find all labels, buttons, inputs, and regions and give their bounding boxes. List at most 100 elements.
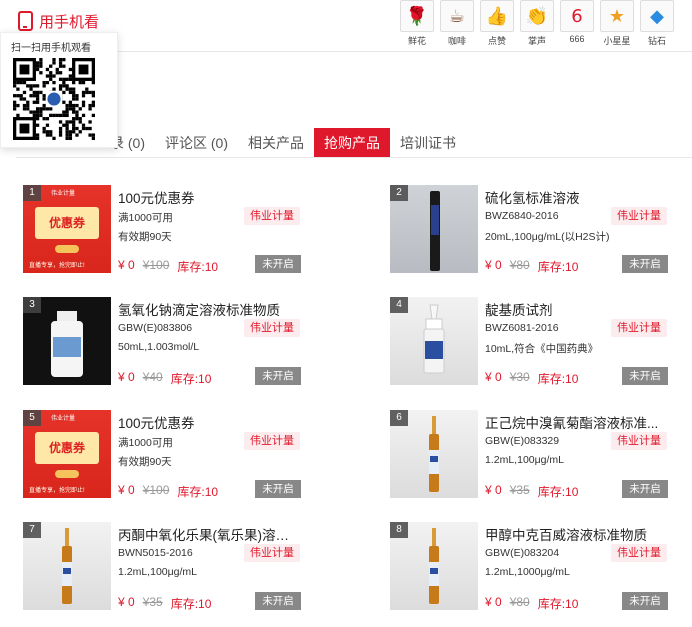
product-thumbnail[interactable]: 6	[390, 410, 478, 498]
original-price: ¥35	[509, 483, 530, 497]
rank-badge: 4	[390, 297, 408, 313]
product-card[interactable]: 6 正己烷中溴氰菊酯溶液标准... GBW(E)083329 1.2mL,100μg/…	[390, 410, 680, 502]
gift-label: 钻石	[647, 36, 666, 46]
product-spec: 50mL,1.003mol/L	[118, 341, 200, 353]
product-card[interactable]: 5 伟业计量 优惠券 直播专享，抢完即止! 100元优惠券 满1000可用 有效期90天 伟业…	[23, 410, 313, 502]
coupon-footer: 直播专享，抢完即止!	[29, 263, 85, 269]
product-spec: 1.2mL,100μg/mL	[118, 566, 198, 578]
product-card[interactable]: 3 氢氧化钠滴定溶液标准物质 GBW(E)083806 50mL,1.003mol/L…	[23, 297, 313, 389]
coupon-footer: 直播专享，抢完即止!	[29, 488, 85, 494]
product-spec: 有效期90天	[118, 456, 172, 468]
stock-count: 库存:10	[537, 485, 579, 499]
product-thumbnail[interactable]: 4	[390, 297, 478, 385]
rank-badge: 2	[390, 185, 408, 201]
not-started-button[interactable]: 未开启	[622, 480, 668, 498]
stock-count: 库存:10	[537, 260, 579, 274]
sale-price: ¥ 0	[485, 258, 502, 272]
gift-label: 小星星	[603, 36, 631, 46]
gift-item[interactable]: 🌹 鲜花	[400, 0, 434, 47]
product-thumbnail[interactable]: 1 伟业计量 优惠券 直播专享，抢完即止!	[23, 185, 111, 273]
product-spec: 10mL,符合《中国药典》	[485, 343, 599, 355]
gift-item[interactable]: ★ 小星星	[600, 0, 634, 47]
tab-flash-sale[interactable]: 抢购产品	[314, 128, 390, 157]
coupon-pill	[55, 470, 79, 478]
product-name[interactable]: 硫化氢标准溶液	[485, 187, 667, 207]
product-name[interactable]: 氢氧化钠滴定溶液标准物质	[118, 299, 300, 319]
brand-tag: 伟业计量	[244, 207, 300, 225]
coupon-ticket: 优惠券	[35, 207, 99, 239]
tab-comments[interactable]: 评论区 (0)	[155, 128, 238, 157]
product-name[interactable]: 100元优惠券	[118, 187, 300, 207]
product-name[interactable]: 丙酮中氧化乐果(氧乐果)溶液...	[118, 524, 300, 544]
sale-price: ¥ 0	[118, 595, 135, 609]
product-thumbnail[interactable]: 8	[390, 522, 478, 610]
price-row: ¥ 0 ¥30 库存:10	[485, 370, 578, 387]
coupon-pill	[55, 245, 79, 253]
product-thumbnail[interactable]: 3	[23, 297, 111, 385]
original-price: ¥35	[142, 595, 163, 609]
not-started-button[interactable]: 未开启	[255, 255, 301, 273]
brand-tag: 伟业计量	[611, 432, 667, 450]
gift-item[interactable]: 👍 点赞	[480, 0, 514, 47]
tab-related-products[interactable]: 相关产品	[238, 128, 314, 157]
product-spec: 1.2mL,1000μg/mL	[485, 566, 570, 578]
product-code: BWZ6840-2016	[485, 210, 559, 222]
product-card[interactable]: 4 靛基质试剂 BWZ6081-2016 10mL,符合《中国药典》 伟业计量 ¥ 0 ¥3…	[390, 297, 680, 389]
original-price: ¥30	[509, 370, 530, 384]
stock-count: 库存:10	[537, 372, 579, 386]
tab-training-cert[interactable]: 培训证书	[390, 128, 466, 157]
product-card[interactable]: 2 硫化氢标准溶液 BWZ6840-2016 20mL,100μg/mL(以H2S计)…	[390, 185, 680, 277]
price-row: ¥ 0 ¥80 库存:10	[485, 595, 578, 612]
rank-badge: 6	[390, 410, 408, 426]
price-row: ¥ 0 ¥100 库存:10	[118, 258, 218, 275]
product-code: 满1000可用	[118, 212, 173, 224]
qr-popup: 扫一扫用手机观看	[0, 32, 118, 148]
original-price: ¥80	[509, 595, 530, 609]
gift-item[interactable]: ☕ 咖啡	[440, 0, 474, 47]
product-code: 满1000可用	[118, 437, 173, 449]
brand-tag: 伟业计量	[611, 544, 667, 562]
gift-item[interactable]: ◆ 钻石	[640, 0, 674, 47]
stock-count: 库存:10	[537, 597, 579, 611]
not-started-button[interactable]: 未开启	[622, 592, 668, 610]
phone-icon	[18, 11, 33, 31]
product-name[interactable]: 正己烷中溴氰菊酯溶液标准...	[485, 412, 667, 432]
price-row: ¥ 0 ¥40 库存:10	[118, 370, 211, 387]
not-started-button[interactable]: 未开启	[622, 255, 668, 273]
gift-label: 666	[569, 34, 585, 44]
coupon-header: 伟业计量	[51, 191, 76, 197]
not-started-button[interactable]: 未开启	[255, 592, 301, 610]
product-card[interactable]: 1 伟业计量 优惠券 直播专享，抢完即止! 100元优惠券 满1000可用 有效期90天 伟业…	[23, 185, 313, 277]
gift-item[interactable]: 👏 掌声	[520, 0, 554, 47]
star-icon: ★	[600, 0, 634, 32]
product-thumbnail[interactable]: 5 伟业计量 优惠券 直播专享，抢完即止!	[23, 410, 111, 498]
product-thumbnail[interactable]: 2	[390, 185, 478, 273]
stock-count: 库存:10	[177, 260, 219, 274]
brand-tag: 伟业计量	[244, 319, 300, 337]
product-code: GBW(E)083806	[118, 322, 193, 334]
product-name[interactable]: 靛基质试剂	[485, 299, 667, 319]
original-price: ¥100	[142, 483, 170, 497]
brand-tag: 伟业计量	[611, 319, 667, 337]
gift-label: 掌声	[527, 36, 546, 46]
qr-title: 扫一扫用手机观看	[11, 43, 91, 54]
rank-badge: 8	[390, 522, 408, 538]
not-started-button[interactable]: 未开启	[622, 367, 668, 385]
product-thumbnail[interactable]: 7	[23, 522, 111, 610]
product-name[interactable]: 100元优惠券	[118, 412, 300, 432]
product-card[interactable]: 7 丙酮中氧化乐果(氧乐果)溶液... BWN5015-2016 1.2mL,100μ…	[23, 522, 313, 614]
mobile-view-link[interactable]: 用手机看	[18, 10, 99, 32]
product-card[interactable]: 8 甲醇中克百威溶液标准物质 GBW(E)083204 1.2mL,1000μg/mL…	[390, 522, 680, 614]
sale-price: ¥ 0	[485, 595, 502, 609]
product-name[interactable]: 甲醇中克百威溶液标准物质	[485, 524, 667, 544]
sale-price: ¥ 0	[118, 370, 135, 384]
not-started-button[interactable]: 未开启	[255, 480, 301, 498]
gift-item[interactable]: 6 666	[560, 0, 594, 47]
666-icon: 6	[560, 0, 594, 32]
stock-count: 库存:10	[170, 372, 212, 386]
gift-label: 咖啡	[447, 36, 466, 46]
rank-badge: 7	[23, 522, 41, 538]
brand-tag: 伟业计量	[244, 544, 300, 562]
not-started-button[interactable]: 未开启	[255, 367, 301, 385]
original-price: ¥100	[142, 258, 170, 272]
